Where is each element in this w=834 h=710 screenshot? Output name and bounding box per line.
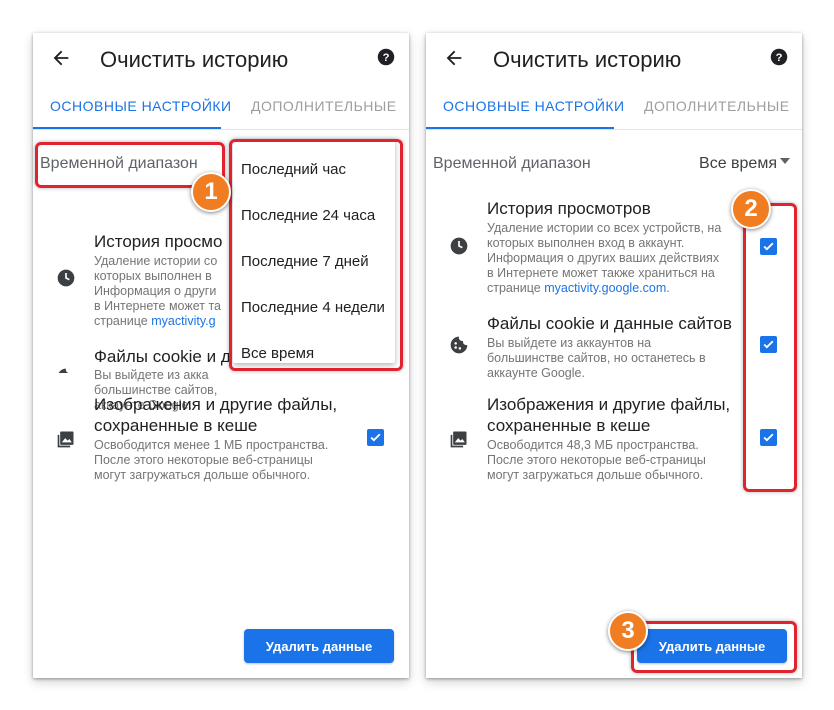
- row-desc-line: Информация о других ваших действиях: [487, 251, 720, 265]
- row-desc-line: Информация о други: [94, 284, 217, 298]
- highlight-checkboxes: [743, 203, 797, 492]
- row-desc-line: в Интернете может та: [94, 299, 221, 313]
- step-marker-3: 3: [608, 611, 648, 651]
- left-screen: Очистить историю ? ОСНОВНЫЕ НАСТРОЙКИ ДО…: [33, 33, 409, 678]
- tab-basic[interactable]: ОСНОВНЫЕ НАСТРОЙКИ: [50, 98, 232, 114]
- row-desc-line: Освободится менее 1 МБ пространства.: [94, 438, 329, 452]
- row-title-cache-line2: сохраненные в кеше: [487, 416, 651, 435]
- step-marker-1: 1: [191, 172, 231, 212]
- row-desc-line: Удаление истории со всех устройств, на: [487, 221, 722, 235]
- tabs-divider: [33, 129, 409, 130]
- app-bar: Очистить историю ?: [33, 33, 409, 83]
- clock-icon: [450, 237, 468, 255]
- app-bar: Очистить историю ?: [426, 33, 802, 83]
- row-desc-line: которых выполнен в: [94, 269, 212, 283]
- back-arrow-icon[interactable]: [443, 47, 465, 69]
- row-desc-line: аккаунте Google.: [487, 366, 585, 380]
- row-desc-line: Вы выйдете из акка: [94, 368, 209, 382]
- delete-data-button[interactable]: Удалить данные: [244, 629, 394, 663]
- time-range-value: Все время: [699, 155, 777, 172]
- tab-advanced[interactable]: ДОПОЛНИТЕЛЬНЫЕ: [251, 98, 397, 114]
- highlight-dropdown: [229, 139, 403, 371]
- page-title: Очистить историю: [100, 47, 289, 72]
- row-desc-line: Удаление истории со: [94, 254, 218, 268]
- tabs-divider: [426, 129, 802, 130]
- image-icon: [57, 431, 74, 448]
- row-desc-text: странице: [94, 314, 152, 328]
- help-icon[interactable]: ?: [377, 48, 395, 66]
- row-desc-text: .: [666, 281, 670, 295]
- cache-checkbox[interactable]: [367, 429, 384, 446]
- row-title-cookies: Файлы cookie и данные сайтов: [487, 314, 732, 333]
- page-title: Очистить историю: [493, 47, 682, 72]
- time-range-select[interactable]: Все время: [699, 155, 790, 173]
- tab-basic[interactable]: ОСНОВНЫЕ НАСТРОЙКИ: [443, 98, 625, 114]
- row-desc-line: которых выполнен вход в аккаунт.: [487, 236, 685, 250]
- right-screen: Очистить историю ? ОСНОВНЫЕ НАСТРОЙКИ ДО…: [426, 33, 802, 678]
- row-desc-line: могут загружаться дольше обычного.: [94, 468, 311, 482]
- highlight-delete-button: [631, 621, 797, 673]
- myactivity-link[interactable]: myactivity.g: [151, 314, 215, 328]
- back-arrow-icon[interactable]: [50, 47, 72, 69]
- row-title-history: История просмотров: [487, 199, 651, 218]
- tab-indicator: [33, 127, 221, 129]
- clock-icon: [57, 269, 75, 287]
- help-icon[interactable]: ?: [770, 48, 788, 66]
- row-desc-line: в Интернете может также храниться на: [487, 266, 715, 280]
- row-desc-line: могут загружаться дольше обычного.: [487, 468, 704, 482]
- step-marker-2: 2: [731, 189, 771, 229]
- myactivity-link[interactable]: myactivity.google.com: [544, 281, 666, 295]
- row-desc-text: странице: [487, 281, 545, 295]
- row-title-cache-line1: Изображения и другие файлы,: [487, 395, 731, 414]
- svg-text:?: ?: [776, 52, 783, 64]
- row-title-cache-line1: Изображения и другие файлы,: [94, 395, 338, 414]
- row-desc-line: После этого некоторые веб-страницы: [94, 453, 313, 467]
- row-desc-line: Освободится 48,3 МБ пространства.: [487, 438, 699, 452]
- row-desc-line: После этого некоторые веб-страницы: [487, 453, 706, 467]
- row-title-history: История просмо: [94, 232, 223, 251]
- caret-down-icon: [780, 158, 790, 164]
- rows-partially-covered: История просмо Удаление истории со котор…: [33, 223, 229, 373]
- row-desc-link-line: странице myactivity.google.com.: [487, 281, 670, 297]
- row-title-cookies: Файлы cookie и д: [94, 347, 229, 366]
- image-icon: [450, 431, 467, 448]
- row-desc-line: Вы выйдете из аккаунтов на: [487, 336, 652, 350]
- cookie-icon: [450, 336, 468, 354]
- row-title-cache-line2: сохраненные в кеше: [94, 416, 258, 435]
- tab-indicator: [426, 127, 614, 129]
- svg-text:?: ?: [383, 52, 390, 64]
- row-desc-link-line: странице myactivity.g: [94, 314, 216, 330]
- time-range-label: Временной диапазон: [433, 155, 591, 172]
- row-desc-line: большинстве сайтов, но останетесь в: [487, 351, 706, 365]
- tab-advanced[interactable]: ДОПОЛНИТЕЛЬНЫЕ: [644, 98, 790, 114]
